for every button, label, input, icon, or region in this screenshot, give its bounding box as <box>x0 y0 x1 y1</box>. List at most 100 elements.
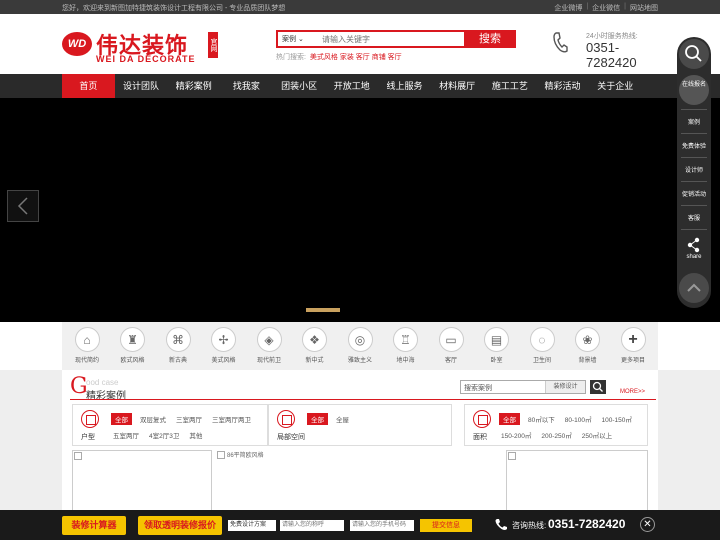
category-item[interactable]: ◌ 卫生间 <box>525 327 559 370</box>
case-search[interactable]: 搜索案例 装修设计 <box>460 380 586 394</box>
category-item[interactable]: ▤ 卧室 <box>480 327 514 370</box>
bed-icon: ▤ <box>484 327 509 352</box>
online-signup-button[interactable]: 在线报名 <box>679 75 709 105</box>
submit-button[interactable]: 提交信息 <box>420 519 472 532</box>
case-image[interactable]: 86平简欧风格 <box>216 450 502 514</box>
back-to-top-button[interactable] <box>679 273 709 303</box>
nav-item-events[interactable]: 精彩活动 <box>536 74 589 98</box>
sidebar-item-cases[interactable]: 案例 <box>677 117 711 126</box>
filter-option[interactable]: 80㎡以下 <box>526 413 557 425</box>
hot-search-keywords[interactable]: 美式风格 家装 客厅 商铺 客厅 <box>310 54 402 61</box>
filter-option[interactable]: 全部 <box>499 413 520 425</box>
filter-option[interactable]: 80-100㎡ <box>563 413 594 425</box>
filter-option[interactable]: 三室两厅两卫 <box>210 413 253 425</box>
filter-option[interactable]: 150-200㎡ <box>499 429 533 441</box>
quote-button[interactable]: 领取透明装修报价 <box>138 516 222 535</box>
case-search-type-select[interactable]: 装修设计 <box>545 381 585 393</box>
cube-icon: ◈ <box>256 327 282 352</box>
category-item[interactable]: ❀ 背景墙 <box>571 327 605 370</box>
divider: | <box>586 3 589 10</box>
sidebar-item-service[interactable]: 客服 <box>677 213 711 222</box>
plan-select-value: 免费设计方案 <box>230 522 267 528</box>
case-search-input[interactable]: 搜索案例 <box>464 383 492 393</box>
filter-option[interactable]: 4室2厅3卫 <box>147 429 181 441</box>
category-label: 新中式 <box>305 358 324 364</box>
toilet-icon: ◌ <box>529 327 555 352</box>
nav-item-about[interactable]: 关于企业 <box>589 74 642 98</box>
logo[interactable]: WD 伟达装饰 WEI DA DECORATE 官网 <box>62 28 222 64</box>
close-icon[interactable]: ✕ <box>640 517 655 532</box>
top-link-wechat[interactable]: 企业微信 <box>592 3 620 13</box>
case-search-button[interactable] <box>590 380 606 394</box>
sidebar-item-promo[interactable]: 促销活动 <box>677 189 711 198</box>
nav-item-cases[interactable]: 精彩案例 <box>167 74 220 98</box>
category-item[interactable]: ✢ 美式风格 <box>207 327 241 370</box>
search-input[interactable] <box>322 33 462 45</box>
category-label: 背景墙 <box>578 358 597 364</box>
flower-icon: ❀ <box>575 327 600 352</box>
filter-option[interactable]: 250㎡以上 <box>580 429 614 441</box>
hot-search-label: 热门搜索: <box>276 54 306 61</box>
page-gutter <box>658 370 720 510</box>
case-image[interactable] <box>506 450 648 514</box>
spiral-icon: ◎ <box>347 327 373 352</box>
category-item[interactable]: ♜ 欧式风格 <box>116 327 150 370</box>
more-link[interactable]: MORE>> <box>620 389 645 395</box>
top-links: 企业微博 | 企业微信 | 网站地图 <box>554 3 658 13</box>
name-input[interactable] <box>280 520 344 531</box>
filter-option[interactable]: 200-250㎡ <box>539 429 573 441</box>
logo-text-en: WEI DA DECORATE <box>96 54 196 64</box>
nav-item-materials[interactable]: 材料展厅 <box>431 74 484 98</box>
sidebar-search-button[interactable] <box>679 39 709 69</box>
top-link-sitemap[interactable]: 网站地图 <box>630 3 658 13</box>
chevron-down-icon: ⌄ <box>297 36 304 43</box>
filter-huxing: 户型 全部 双层复式 三室两厅 三室两厅两卫 五室两厅 4室2厅3卫 其他 <box>72 404 268 446</box>
filter-option[interactable]: 全部 <box>111 413 132 425</box>
filter-option[interactable]: 全部 <box>307 413 328 425</box>
main-nav: 首页 设计团队 精彩案例 找我家 团装小区 开放工地 线上服务 材料展厅 施工工… <box>0 74 720 98</box>
filter-option[interactable]: 三室两厅 <box>174 413 204 425</box>
sidebar-item-free-trial[interactable]: 免费体验 <box>677 141 711 150</box>
filter-label: 局部空间 <box>277 434 305 441</box>
category-item[interactable]: ♖ 地中海 <box>389 327 423 370</box>
case-image[interactable] <box>72 450 212 514</box>
nav-item-online-service[interactable]: 线上服务 <box>378 74 431 98</box>
nav-item-home[interactable]: 首页 <box>62 74 115 98</box>
category-item[interactable]: ▭ 客厅 <box>434 327 468 370</box>
category-item[interactable]: ◎ 雅致主义 <box>343 327 377 370</box>
calculator-button[interactable]: 装修计算器 <box>62 516 126 535</box>
nav-item-find-home[interactable]: 找我家 <box>220 74 273 98</box>
filter-option[interactable]: 100-150㎡ <box>599 413 633 425</box>
divider <box>681 109 707 110</box>
european-icon: ♜ <box>120 327 145 352</box>
category-item[interactable]: ◈ 现代前卫 <box>252 327 286 370</box>
category-label: 美式风格 <box>211 358 236 364</box>
category-item[interactable]: ❖ 新中式 <box>298 327 332 370</box>
category-item[interactable]: ⌘ 新古典 <box>161 327 195 370</box>
phone-input[interactable] <box>350 520 414 531</box>
filter-options: 全部 80㎡以下 80-100㎡ 100-150㎡ 150-200㎡ 200-2… <box>499 413 645 441</box>
filter-option[interactable]: 其他 <box>187 429 204 441</box>
nav-item-design-team[interactable]: 设计团队 <box>115 74 168 98</box>
plan-select[interactable]: 免费设计方案 <box>228 520 276 531</box>
top-link-weibo[interactable]: 企业微博 <box>554 3 582 13</box>
sidebar-share-button[interactable]: share <box>677 235 711 260</box>
filter-option[interactable]: 全屋 <box>334 413 351 425</box>
filter-label: 户型 <box>81 434 95 441</box>
modern-icon: ⌂ <box>74 327 100 352</box>
sidebar-item-designer[interactable]: 设计师 <box>677 165 711 174</box>
category-item[interactable]: ⌂ 现代简约 <box>70 327 104 370</box>
filter-option[interactable]: 五室两厅 <box>111 429 141 441</box>
hotline: 24小时服务热线: 0351-7282420 <box>552 30 662 70</box>
header: WD 伟达装饰 WEI DA DECORATE 官网 案例 ⌄ 搜索 热门搜索:… <box>0 14 720 74</box>
filter-option[interactable]: 双层复式 <box>138 413 168 425</box>
banner-prev-button[interactable] <box>7 190 39 222</box>
floating-toolbar: 在线报名 案例 免费体验 设计师 促销活动 客服 share <box>677 37 711 308</box>
nav-item-craft[interactable]: 施工工艺 <box>484 74 537 98</box>
search-category-select[interactable]: 案例 ⌄ <box>282 34 322 44</box>
search-button[interactable]: 搜索 <box>464 30 516 48</box>
nav-item-sites[interactable]: 开放工地 <box>325 74 378 98</box>
banner-pager-dot[interactable] <box>306 308 340 312</box>
nav-item-community[interactable]: 团装小区 <box>273 74 326 98</box>
category-item[interactable]: + 更多项目 <box>616 327 650 370</box>
